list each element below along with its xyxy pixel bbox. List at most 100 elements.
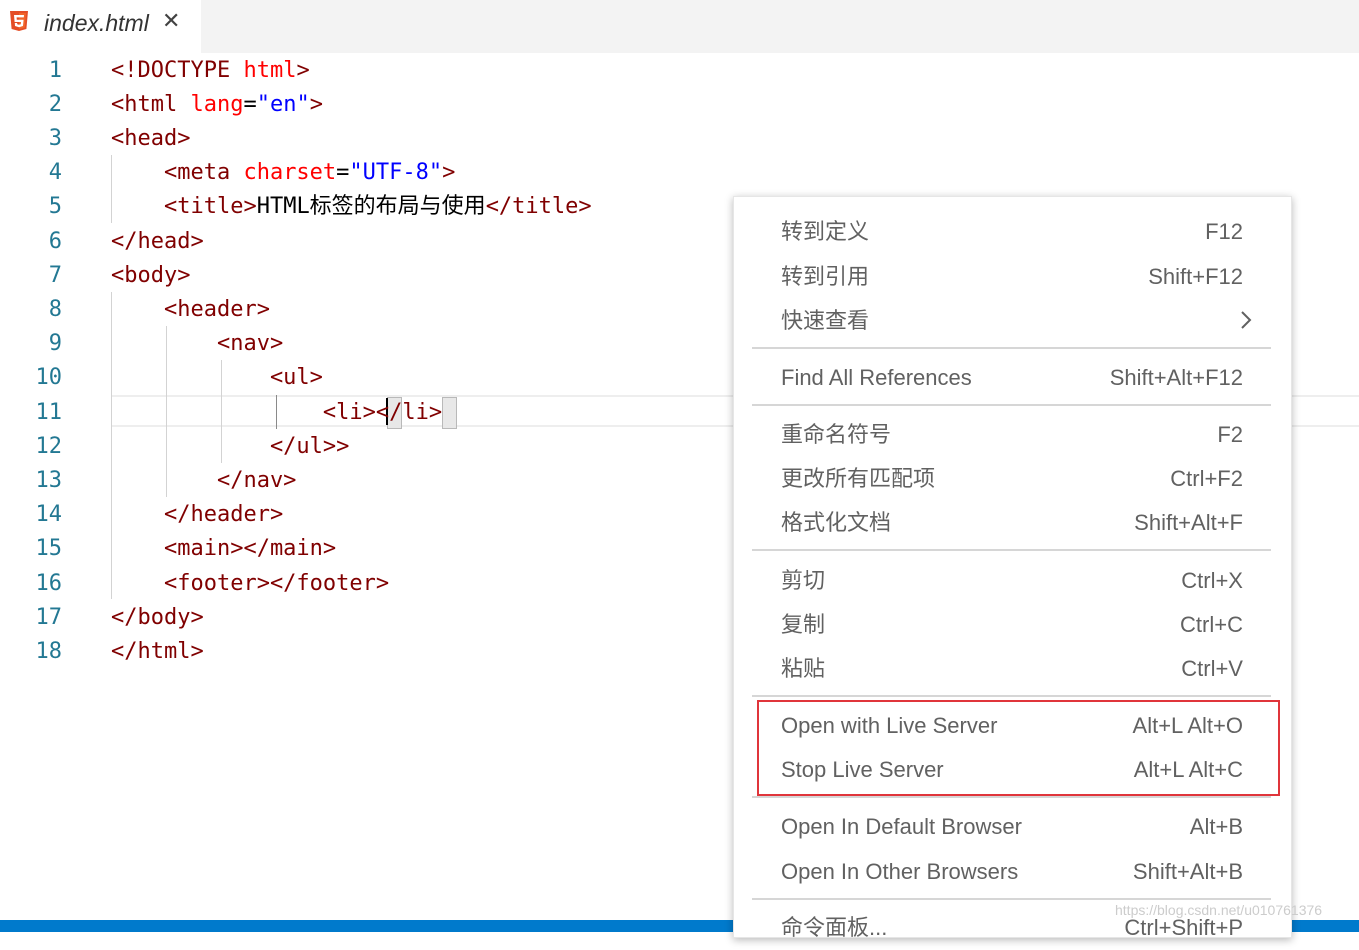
code-token: <li></li> <box>111 400 443 425</box>
menu-item-label: Find All References <box>781 365 972 390</box>
menu-item-shortcut: Shift+Alt+F12 <box>1109 365 1243 390</box>
menu-item-label: 转到引用 <box>781 264 870 289</box>
code-text: <nav> <box>111 327 283 361</box>
code-token: <body> <box>111 263 191 288</box>
menu-item-find-all-references[interactable]: Find All References Shift+Alt+F12 <box>734 356 1291 400</box>
editor-tab[interactable]: index.html ✕ <box>0 0 201 53</box>
code-token: > <box>296 58 310 83</box>
menu-item-format-document[interactable]: 格式化文档 Shift+Alt+F <box>734 501 1291 545</box>
line-number: 2 <box>48 92 62 117</box>
menu-item-label: Open In Default Browser <box>781 814 1022 839</box>
line-number: 5 <box>48 194 62 219</box>
code-token: HTML标签的布局与使用 <box>256 194 486 219</box>
menu-separator <box>752 404 1271 406</box>
menu-item-label: 格式化文档 <box>781 510 892 535</box>
menu-item-change-all-occurrences[interactable]: 更改所有匹配项 Ctrl+F2 <box>734 457 1291 501</box>
line-number: 13 <box>35 468 63 493</box>
menu-item-rename-symbol[interactable]: 重命名符号 F2 <box>734 413 1291 457</box>
code-token: html <box>243 58 297 83</box>
menu-item-open-in-other-browsers[interactable]: Open In Other Browsers Shift+Alt+B <box>734 850 1291 894</box>
menu-item-paste[interactable]: 粘贴 Ctrl+V <box>734 647 1291 691</box>
menu-item-stop-live-server[interactable]: Stop Live Server Alt+L Alt+C <box>734 748 1291 792</box>
menu-item-label: 命令面板... <box>781 915 888 940</box>
code-text: <main></main> <box>111 532 336 566</box>
code-token: <html <box>111 92 191 117</box>
code-line[interactable]: 1 <!DOCTYPE html> <box>0 54 1359 88</box>
code-line[interactable]: 2 <html lang="en"> <box>0 88 1359 122</box>
code-text: <meta charset="UTF-8"> <box>111 156 455 190</box>
menu-item-label: Stop Live Server <box>781 757 944 782</box>
code-token: </head> <box>111 229 204 254</box>
code-token: <meta <box>111 160 244 185</box>
line-number: 10 <box>35 365 63 390</box>
code-token: charset <box>243 160 337 185</box>
code-text: </body> <box>111 601 204 635</box>
watermark: https://blog.csdn.net/u010761376 <box>1115 902 1323 918</box>
code-line[interactable]: 3 <head> <box>0 122 1359 156</box>
code-line[interactable]: 4 <meta charset="UTF-8"> <box>0 156 1359 190</box>
menu-item-label: 快速查看 <box>781 308 870 333</box>
menu-item-label: Open In Other Browsers <box>781 859 1019 884</box>
line-number: 15 <box>35 536 63 561</box>
menu-item-shortcut: Ctrl+V <box>1181 656 1243 681</box>
line-number: 1 <box>48 58 62 83</box>
menu-separator <box>752 549 1271 551</box>
menu-item-label: 更改所有匹配项 <box>781 466 936 491</box>
menu-item-shortcut: F12 <box>1205 219 1243 244</box>
line-number: 11 <box>35 400 63 425</box>
menu-item-shortcut: Shift+F12 <box>1148 264 1243 289</box>
menu-item-label: 复制 <box>781 612 826 637</box>
code-token: = <box>243 92 257 117</box>
tab-bar: index.html ✕ <box>0 0 1359 53</box>
code-token: <head> <box>111 126 191 151</box>
line-number: 3 <box>48 126 62 151</box>
menu-item-shortcut: Shift+Alt+F <box>1134 510 1243 535</box>
menu-item-shortcut: Ctrl+X <box>1181 568 1243 593</box>
code-text: </header> <box>111 498 283 532</box>
code-token: </html> <box>111 639 204 664</box>
code-token: = <box>336 160 350 185</box>
context-menu: 转到定义 F12 转到引用 Shift+F12 快速查看 Find All Referen… <box>733 196 1292 940</box>
code-token: <header> <box>111 297 270 322</box>
menu-item-shortcut: Alt+B <box>1189 814 1243 839</box>
line-number: 4 <box>48 160 62 185</box>
line-number: 8 <box>48 297 62 322</box>
code-token: </header> <box>111 502 284 527</box>
menu-item-label: 转到定义 <box>781 219 870 244</box>
close-icon[interactable]: ✕ <box>162 8 180 36</box>
menu-item-shortcut: Alt+L Alt+O <box>1132 713 1243 738</box>
code-text: </nav> <box>111 464 296 498</box>
code-token: <footer></footer> <box>111 571 390 596</box>
menu-item-cut[interactable]: 剪切 Ctrl+X <box>734 559 1291 603</box>
menu-item-label: 粘贴 <box>781 656 826 681</box>
menu-item-shortcut: F2 <box>1217 422 1243 447</box>
menu-item-shortcut: Ctrl+C <box>1180 612 1243 637</box>
code-text: </head> <box>111 225 204 259</box>
code-token: <title> <box>111 194 257 219</box>
code-token: </nav> <box>111 468 297 493</box>
menu-item-shortcut: Alt+L Alt+C <box>1133 757 1243 782</box>
menu-item-go-to-definition[interactable]: 转到定义 F12 <box>734 210 1291 254</box>
code-text: <ul> <box>111 361 323 395</box>
code-text: </ul>> <box>111 430 349 464</box>
menu-item-copy[interactable]: 复制 Ctrl+C <box>734 603 1291 647</box>
html5-icon <box>10 11 28 31</box>
menu-item-go-to-references[interactable]: 转到引用 Shift+F12 <box>734 255 1291 299</box>
code-token: > <box>442 160 456 185</box>
menu-item-label: 剪切 <box>781 568 826 593</box>
line-number: 14 <box>35 502 63 527</box>
code-token: </title> <box>485 194 592 219</box>
code-token: <ul> <box>111 365 323 390</box>
code-token: "en" <box>256 92 310 117</box>
code-text: <footer></footer> <box>111 567 389 601</box>
code-token: "UTF-8" <box>349 160 443 185</box>
code-text: <!DOCTYPE html> <box>111 54 310 88</box>
menu-item-shortcut: Ctrl+F2 <box>1170 466 1243 491</box>
tab-title: index.html <box>44 10 149 36</box>
menu-item-open-with-live-server[interactable]: Open with Live Server Alt+L Alt+O <box>734 704 1291 748</box>
code-token: <!DOCTYPE <box>111 58 244 83</box>
menu-item-open-in-default-browser[interactable]: Open In Default Browser Alt+B <box>734 805 1291 849</box>
code-token: </ul>> <box>111 434 350 459</box>
menu-item-peek[interactable]: 快速查看 <box>734 299 1291 343</box>
code-token: <nav> <box>111 331 284 356</box>
